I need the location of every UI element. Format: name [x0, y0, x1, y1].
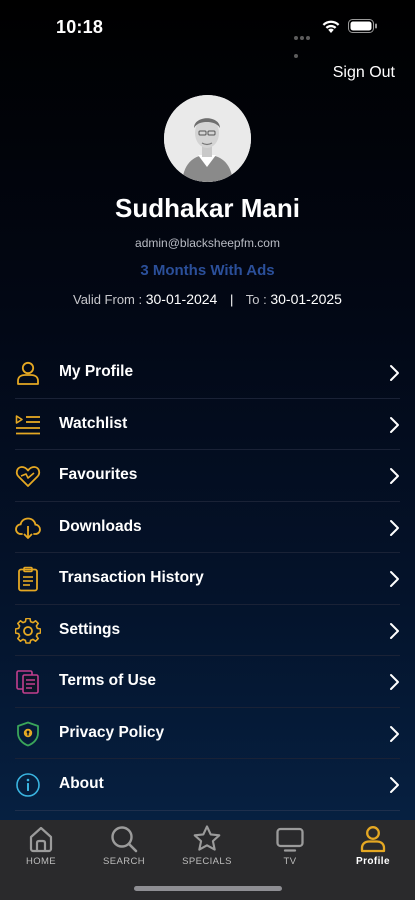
home-icon	[29, 826, 53, 853]
info-icon	[16, 773, 40, 797]
profile-menu: My Profile Watchlist Favourites Download…	[15, 347, 400, 811]
avatar-illustration	[164, 95, 251, 182]
chevron-right-icon	[390, 571, 399, 587]
status-bar: 10:18	[0, 0, 415, 58]
chevron-right-icon	[390, 674, 399, 690]
home-indicator	[134, 886, 282, 891]
status-time: 10:18	[56, 17, 104, 37]
chevron-right-icon	[390, 519, 399, 536]
clipboard-icon	[18, 566, 38, 592]
tab-label: SPECIALS	[182, 856, 232, 867]
menu-item-watchlist[interactable]: Watchlist	[15, 399, 400, 450]
menu-item-downloads[interactable]: Downloads	[15, 502, 400, 553]
tab-label: SEARCH	[103, 856, 145, 867]
tab-tv[interactable]: TV	[250, 824, 330, 872]
menu-item-transaction-history[interactable]: Transaction History	[15, 553, 400, 605]
chevron-right-icon	[390, 468, 399, 484]
validity-separator: |	[229, 292, 234, 307]
chevron-right-icon	[390, 777, 399, 793]
menu-item-label: My Profile	[59, 363, 134, 380]
menu-item-about[interactable]: About	[15, 759, 400, 811]
tab-specials[interactable]: SPECIALS	[167, 824, 247, 872]
menu-item-label: Transaction History	[59, 569, 204, 586]
tab-label: TV	[283, 856, 297, 867]
tab-home[interactable]: HOME	[1, 824, 81, 872]
tab-profile[interactable]: Profile	[333, 824, 413, 872]
menu-item-label: Watchlist	[59, 414, 128, 432]
user-name: Sudhakar Mani	[115, 193, 300, 223]
menu-item-label: About	[59, 775, 104, 792]
sign-out-button[interactable]: Sign Out	[333, 64, 395, 82]
tab-search[interactable]: SEARCH	[84, 824, 164, 872]
search-icon	[111, 826, 138, 853]
valid-from-label: Valid From :	[73, 292, 143, 307]
menu-item-label: Downloads	[59, 517, 142, 535]
documents-icon	[16, 670, 39, 694]
tab-label: Profile	[356, 856, 390, 867]
cellular-dots-icon	[294, 27, 316, 58]
menu-item-settings[interactable]: Settings	[15, 605, 400, 656]
star-icon	[193, 825, 221, 851]
user-icon	[360, 826, 386, 853]
avatar[interactable]	[164, 95, 251, 182]
wifi-icon	[322, 20, 340, 33]
menu-item-label: Privacy Policy	[59, 723, 165, 741]
battery-icon	[348, 19, 377, 33]
valid-from-date: 30-01-2024	[145, 291, 218, 307]
menu-item-label: Favourites	[59, 466, 138, 483]
gear-icon	[15, 617, 41, 644]
subscription-validity: Valid From : 30-01-2024 | To : 30-01-202…	[0, 291, 415, 307]
menu-item-privacy-policy[interactable]: Privacy Policy	[15, 708, 400, 759]
menu-item-terms-of-use[interactable]: Terms of Use	[15, 656, 400, 708]
tab-label: HOME	[25, 856, 57, 867]
heart-icon	[15, 466, 41, 487]
watchlist-icon	[15, 414, 40, 434]
chevron-right-icon	[390, 365, 399, 381]
subscription-plan: 3 Months With Ads	[140, 262, 275, 279]
user-icon	[17, 361, 39, 385]
shield-icon	[17, 721, 39, 746]
chevron-right-icon	[390, 622, 399, 639]
menu-item-favourites[interactable]: Favourites	[15, 450, 400, 502]
tv-icon	[276, 827, 304, 852]
user-email: admin@blacksheepfm.com	[135, 236, 280, 250]
menu-item-label: Settings	[59, 620, 121, 638]
valid-to-date: 30-01-2025	[270, 291, 342, 307]
valid-to-label: To :	[245, 292, 267, 307]
menu-item-label: Terms of Use	[59, 672, 157, 689]
chevron-right-icon	[390, 725, 399, 742]
chevron-right-icon	[390, 416, 399, 433]
cloud-download-icon	[15, 517, 41, 539]
menu-item-my-profile[interactable]: My Profile	[15, 347, 400, 399]
